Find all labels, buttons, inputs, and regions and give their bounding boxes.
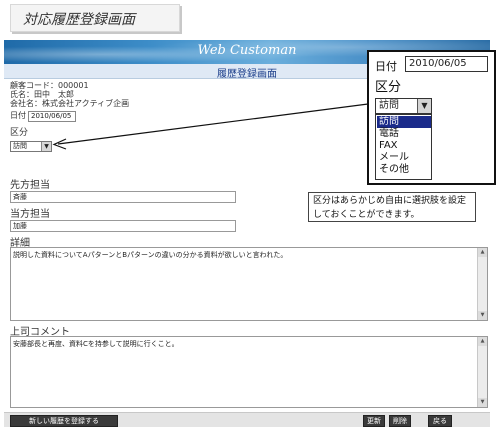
detail-text: 説明した資料についてAパターンとBパターンの違いの分かる資料が欲しいと言われた。 bbox=[13, 251, 288, 259]
boss-comment-scrollbar[interactable]: ▲ ▼ bbox=[477, 337, 487, 407]
callout-date-label: 日付 bbox=[375, 60, 397, 73]
page-title: 対応履歴登録画面 bbox=[23, 12, 135, 28]
kubun-label: 区分 bbox=[10, 128, 29, 138]
callout-kubun-label: 区分 bbox=[375, 80, 402, 95]
customer-name: 氏名：田中 太郎 bbox=[10, 90, 74, 99]
back-button[interactable]: 戻る bbox=[428, 415, 452, 427]
kubun-callout: 日付 2010/06/05 区分 訪問 ▼ 訪問 電話 FAX メール その他 bbox=[367, 50, 496, 185]
scroll-up-icon[interactable]: ▲ bbox=[478, 337, 487, 346]
dropdown-option[interactable]: 電話 bbox=[377, 128, 431, 140]
dropdown-option[interactable]: 訪問 bbox=[377, 116, 431, 128]
scroll-down-icon[interactable]: ▼ bbox=[478, 311, 487, 320]
chevron-down-icon[interactable]: ▼ bbox=[41, 142, 51, 151]
new-history-button[interactable]: 新しい履歴を登録する bbox=[10, 415, 118, 427]
page-title-tab: 対応履歴登録画面 bbox=[10, 4, 180, 32]
brand-title: Web Customan bbox=[197, 43, 297, 58]
scroll-down-icon[interactable]: ▼ bbox=[478, 398, 487, 407]
detail-scrollbar[interactable]: ▲ ▼ bbox=[477, 248, 487, 320]
touhou-input[interactable]: 加藤 bbox=[10, 220, 236, 232]
kubun-select-value: 訪問 bbox=[13, 142, 27, 150]
dropdown-option[interactable]: メール bbox=[377, 152, 431, 164]
dropdown-option[interactable]: その他 bbox=[377, 164, 431, 176]
footer-bar: 新しい履歴を登録する 更新 削除 戻る bbox=[4, 412, 490, 427]
boss-comment-text: 安藤部長と再度、資料Cを持参して説明に行くこと。 bbox=[13, 340, 179, 348]
delete-button[interactable]: 削除 bbox=[389, 415, 411, 427]
scroll-up-icon[interactable]: ▲ bbox=[478, 248, 487, 257]
annotation-note: 区分はあらかじめ自由に選択肢を設定しておくことができます。 bbox=[308, 192, 476, 222]
chevron-down-icon[interactable]: ▼ bbox=[417, 99, 431, 113]
sakihou-label: 先方担当 bbox=[10, 180, 50, 191]
dropdown-option[interactable]: FAX bbox=[377, 140, 431, 152]
screen-title: 履歴登録画面 bbox=[217, 69, 277, 80]
callout-date-input[interactable]: 2010/06/05 bbox=[405, 56, 488, 72]
callout-kubun-select[interactable]: 訪問 ▼ bbox=[375, 98, 432, 114]
detail-textarea[interactable]: 説明した資料についてAパターンとBパターンの違いの分かる資料が欲しいと言われた。… bbox=[10, 247, 488, 321]
customer-company: 会社名：株式会社アクティブ企画 bbox=[10, 99, 130, 108]
kubun-dropdown-list: 訪問 電話 FAX メール その他 bbox=[375, 114, 432, 180]
date-label: 日付 bbox=[10, 111, 26, 120]
boss-comment-textarea[interactable]: 安藤部長と再度、資料Cを持参して説明に行くこと。 ▲ ▼ bbox=[10, 336, 488, 408]
sakihou-input[interactable]: 斉藤 bbox=[10, 191, 236, 203]
kubun-select[interactable]: 訪問 ▼ bbox=[10, 141, 52, 152]
customer-code: 顧客コード：000001 bbox=[10, 81, 89, 90]
callout-kubun-value: 訪問 bbox=[379, 100, 399, 111]
touhou-label: 当方担当 bbox=[10, 209, 50, 220]
date-input[interactable]: 2010/06/05 bbox=[28, 111, 76, 122]
update-button[interactable]: 更新 bbox=[363, 415, 385, 427]
